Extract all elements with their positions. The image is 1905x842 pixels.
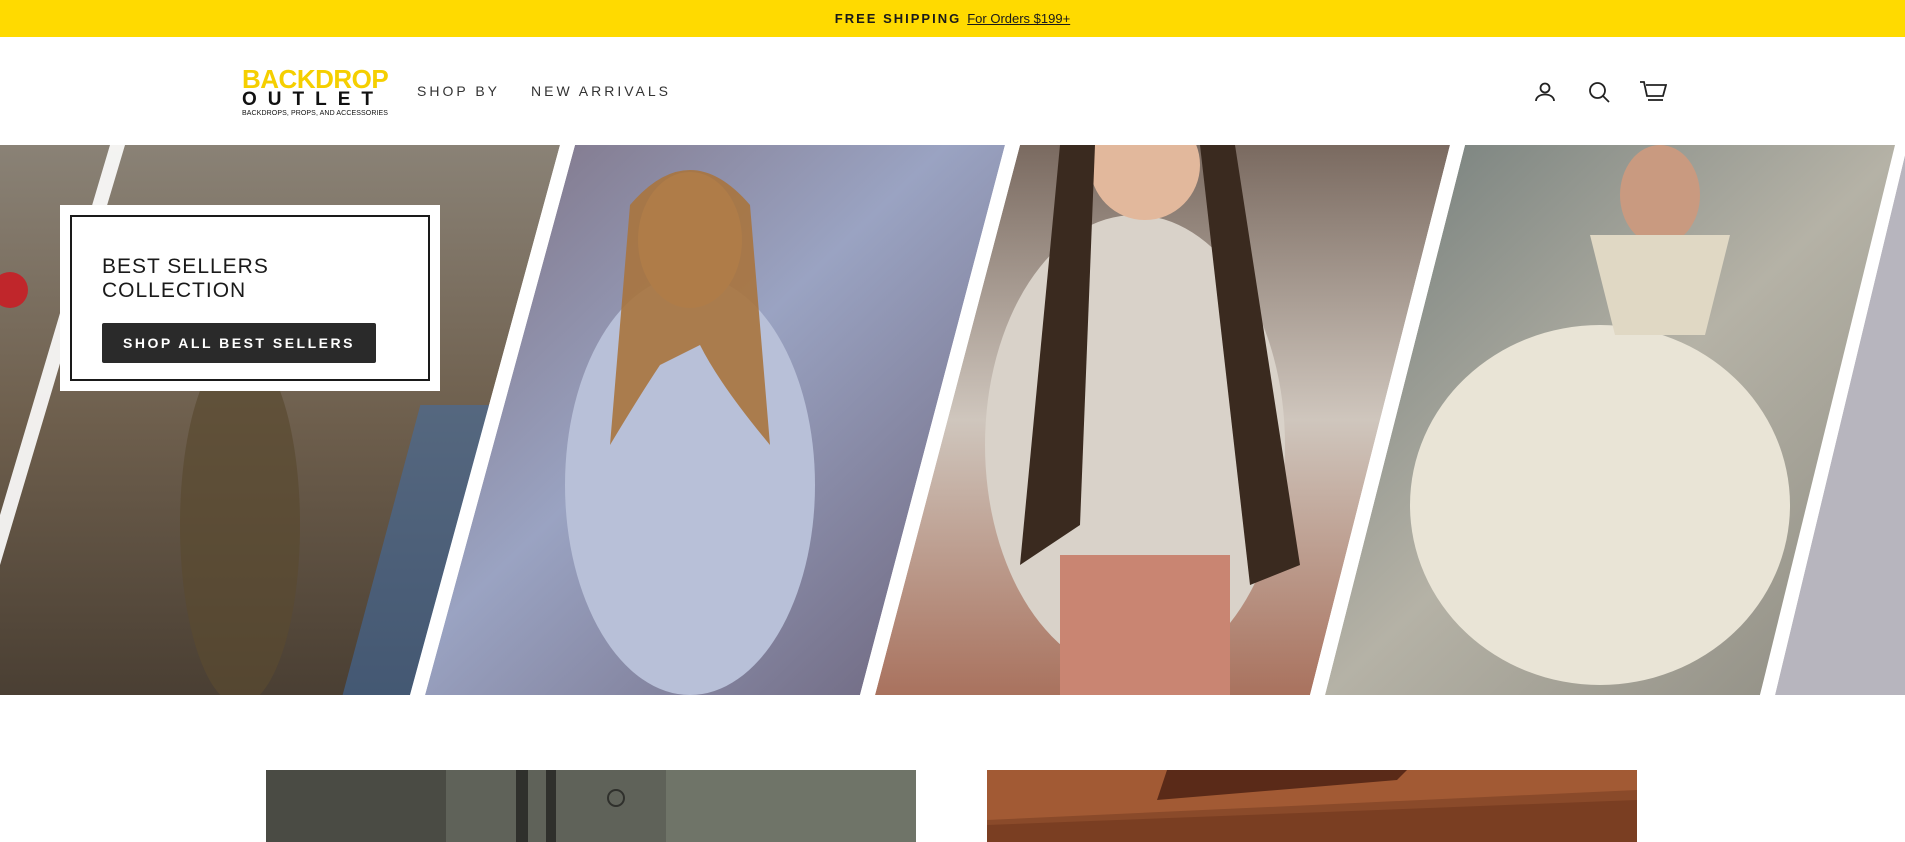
promo-box: BEST SELLERS COLLECTION SHOP ALL BEST SE… (60, 205, 440, 391)
nav-new-arrivals[interactable]: NEW ARRIVALS (531, 83, 671, 99)
main-nav: SHOP BY NEW ARRIVALS (417, 83, 671, 99)
search-icon[interactable] (1584, 77, 1614, 107)
collection-tile-left[interactable] (266, 770, 916, 842)
site-logo[interactable]: BACKDROP OUTLET BACKDROPS, PROPS, AND AC… (242, 64, 389, 117)
announcement-bar: FREE SHIPPING For Orders $199+ (0, 0, 1905, 37)
logo-line-2: OUTLET (242, 89, 384, 110)
cart-icon[interactable] (1638, 77, 1668, 107)
site-header: BACKDROP OUTLET BACKDROPS, PROPS, AND AC… (0, 37, 1905, 145)
collection-tile-right[interactable] (987, 770, 1637, 842)
collection-tile-left-image (266, 770, 916, 842)
hero-banner[interactable]: BEST SELLERS COLLECTION SHOP ALL BEST SE… (0, 145, 1905, 695)
logo-tagline: BACKDROPS, PROPS, AND ACCESSORIES (242, 110, 389, 117)
collection-tile-right-image (987, 770, 1637, 842)
promo-box-inner: BEST SELLERS COLLECTION SHOP ALL BEST SE… (70, 215, 430, 381)
logo-line-1: BACKDROP (242, 64, 389, 94)
nav-shop-by[interactable]: SHOP BY (417, 83, 500, 99)
announcement-link[interactable]: For Orders $199+ (967, 11, 1070, 26)
announcement-strong-text: FREE SHIPPING (834, 11, 962, 26)
shop-best-sellers-button[interactable]: SHOP ALL BEST SELLERS (102, 323, 376, 363)
account-icon[interactable] (1530, 77, 1560, 107)
promo-title: BEST SELLERS COLLECTION (102, 255, 269, 302)
header-icons (1530, 77, 1668, 107)
